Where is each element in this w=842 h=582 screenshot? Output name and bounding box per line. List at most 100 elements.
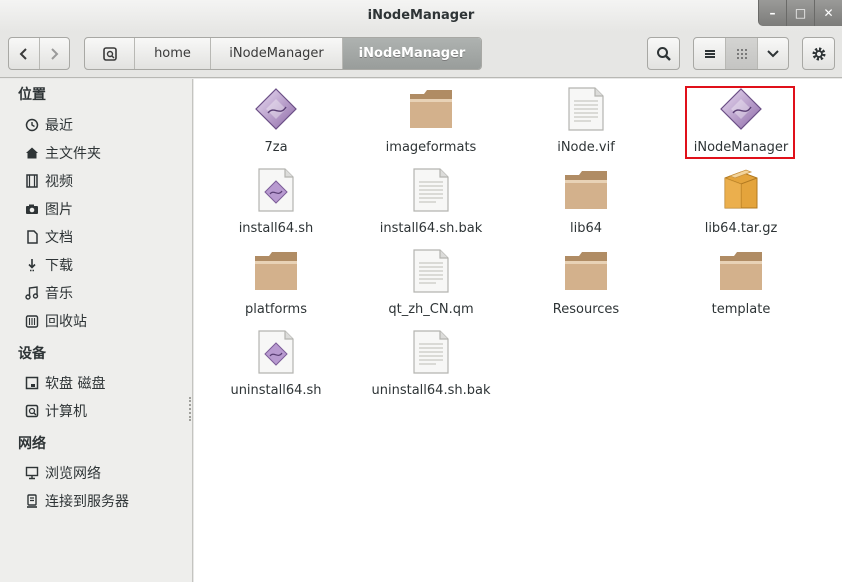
- sidebar-item-trash[interactable]: 回收站: [24, 310, 87, 332]
- text-file-icon: [562, 85, 610, 133]
- file-name: uninstall64.sh: [230, 383, 322, 398]
- sidebar-item-label: 主文件夹: [45, 146, 101, 162]
- navigation-buttons: [8, 37, 70, 70]
- script-icon: [252, 328, 300, 376]
- camera-icon: [24, 201, 40, 217]
- sidebar-item-recent[interactable]: 最近: [24, 114, 73, 136]
- sidebar-item-computer[interactable]: 计算机: [24, 400, 87, 422]
- sidebar: 位置 最近 主文件夹 视频 图片 文档 下载 音乐 回收站 设备 软盘 磁盘 计…: [0, 79, 193, 582]
- file-name: Resources: [552, 302, 620, 317]
- file-name: install64.sh.bak: [379, 221, 483, 236]
- text-file-icon: [407, 166, 455, 214]
- file-item-lib64[interactable]: lib64: [511, 166, 661, 244]
- file-name: iNodeManager: [693, 140, 789, 155]
- breadcrumb: home iNodeManager iNodeManager: [84, 37, 482, 70]
- file-name: iNode.vif: [557, 140, 615, 155]
- server-icon: [24, 493, 40, 509]
- file-item-7za[interactable]: 7za: [201, 85, 351, 163]
- sidebar-item-downloads[interactable]: 下载: [24, 254, 73, 276]
- settings-button[interactable]: [803, 38, 834, 69]
- text-file-icon: [407, 247, 455, 295]
- music-note-icon: [24, 285, 40, 301]
- sidebar-item-floppy-disk[interactable]: 软盘 磁盘: [24, 372, 105, 394]
- forward-button[interactable]: [40, 38, 70, 69]
- sidebar-item-home[interactable]: 主文件夹: [24, 142, 101, 164]
- window-title: iNodeManager: [367, 8, 475, 23]
- sidebar-item-label: 文档: [45, 230, 73, 246]
- file-item-template[interactable]: template: [666, 247, 816, 325]
- sidebar-item-videos[interactable]: 视频: [24, 170, 73, 192]
- trash-icon: [24, 313, 40, 329]
- sidebar-item-label: 软盘 磁盘: [45, 376, 106, 392]
- file-item-install64-sh-bak[interactable]: install64.sh.bak: [356, 166, 506, 244]
- minimize-button[interactable]: –: [758, 0, 786, 26]
- sidebar-item-label: 计算机: [45, 404, 87, 420]
- folder-icon: [407, 85, 455, 133]
- drive-icon: [102, 46, 117, 61]
- file-item-uninstall64-sh-bak[interactable]: uninstall64.sh.bak: [356, 328, 506, 406]
- file-item-resources[interactable]: Resources: [511, 247, 661, 325]
- close-button[interactable]: ✕: [814, 0, 842, 26]
- list-view-button[interactable]: [694, 38, 726, 69]
- chevron-down-icon: [767, 49, 779, 57]
- folder-icon: [562, 166, 610, 214]
- maximize-button[interactable]: □: [786, 0, 814, 26]
- sidebar-item-browse-network[interactable]: 浏览网络: [24, 462, 101, 484]
- file-item-inodemanager[interactable]: iNodeManager: [666, 85, 816, 163]
- download-icon: [24, 257, 40, 273]
- sidebar-item-label: 连接到服务器: [45, 494, 129, 510]
- file-item-platforms[interactable]: platforms: [201, 247, 351, 325]
- sidebar-item-label: 图片: [45, 202, 73, 218]
- file-name: imageformats: [385, 140, 477, 155]
- sidebar-resize-handle[interactable]: [189, 397, 191, 421]
- search-icon: [656, 46, 671, 61]
- executable-icon: [717, 85, 765, 133]
- file-item-inode-vif[interactable]: iNode.vif: [511, 85, 661, 163]
- view-options-dropdown[interactable]: [758, 38, 788, 69]
- sidebar-item-label: 下载: [45, 258, 73, 274]
- file-item-uninstall64-sh[interactable]: uninstall64.sh: [201, 328, 351, 406]
- home-icon: [24, 145, 40, 161]
- settings-button-group: [802, 37, 835, 70]
- drive-icon: [24, 375, 40, 391]
- sidebar-item-label: 视频: [45, 174, 73, 190]
- file-name: template: [711, 302, 771, 317]
- sidebar-item-pictures[interactable]: 图片: [24, 198, 73, 220]
- file-item-imageformats[interactable]: imageformats: [356, 85, 506, 163]
- title-bar: iNodeManager – □ ✕: [0, 0, 842, 32]
- sidebar-heading-places: 位置: [18, 87, 46, 103]
- sidebar-item-music[interactable]: 音乐: [24, 282, 73, 304]
- sidebar-heading-devices: 设备: [18, 346, 46, 362]
- gear-icon: [812, 47, 825, 60]
- grid-icon: [736, 48, 747, 59]
- file-name: platforms: [244, 302, 307, 317]
- script-icon: [252, 166, 300, 214]
- sidebar-item-label: 音乐: [45, 286, 73, 302]
- film-icon: [24, 173, 40, 189]
- file-name: 7za: [264, 140, 288, 155]
- executable-icon: [252, 85, 300, 133]
- file-item-qt-zh-cn-qm[interactable]: qt_zh_CN.qm: [356, 247, 506, 325]
- text-file-icon: [407, 328, 455, 376]
- search-button[interactable]: [648, 38, 679, 69]
- sidebar-item-documents[interactable]: 文档: [24, 226, 73, 248]
- file-item-lib64-tar-gz[interactable]: lib64.tar.gz: [666, 166, 816, 244]
- sidebar-item-label: 回收站: [45, 314, 87, 330]
- sidebar-item-connect-server[interactable]: 连接到服务器: [24, 490, 129, 512]
- list-icon: [704, 49, 715, 58]
- breadcrumb-root-button[interactable]: [85, 38, 135, 69]
- file-view[interactable]: 7za imageformats iNode.vif iNodeManager …: [194, 79, 842, 582]
- grid-view-button[interactable]: [726, 38, 758, 69]
- file-item-install64-sh[interactable]: install64.sh: [201, 166, 351, 244]
- breadcrumb-inodemanager-parent[interactable]: iNodeManager: [211, 38, 343, 69]
- sidebar-heading-network: 网络: [18, 436, 46, 452]
- breadcrumb-inodemanager-current[interactable]: iNodeManager: [343, 38, 481, 69]
- chevron-left-icon: [19, 47, 27, 60]
- file-name: qt_zh_CN.qm: [388, 302, 474, 317]
- back-button[interactable]: [9, 38, 40, 69]
- search-button-group: [647, 37, 680, 70]
- breadcrumb-home[interactable]: home: [135, 38, 211, 69]
- clock-icon: [24, 117, 40, 133]
- sidebar-item-label: 浏览网络: [45, 466, 101, 482]
- computer-icon: [24, 403, 40, 419]
